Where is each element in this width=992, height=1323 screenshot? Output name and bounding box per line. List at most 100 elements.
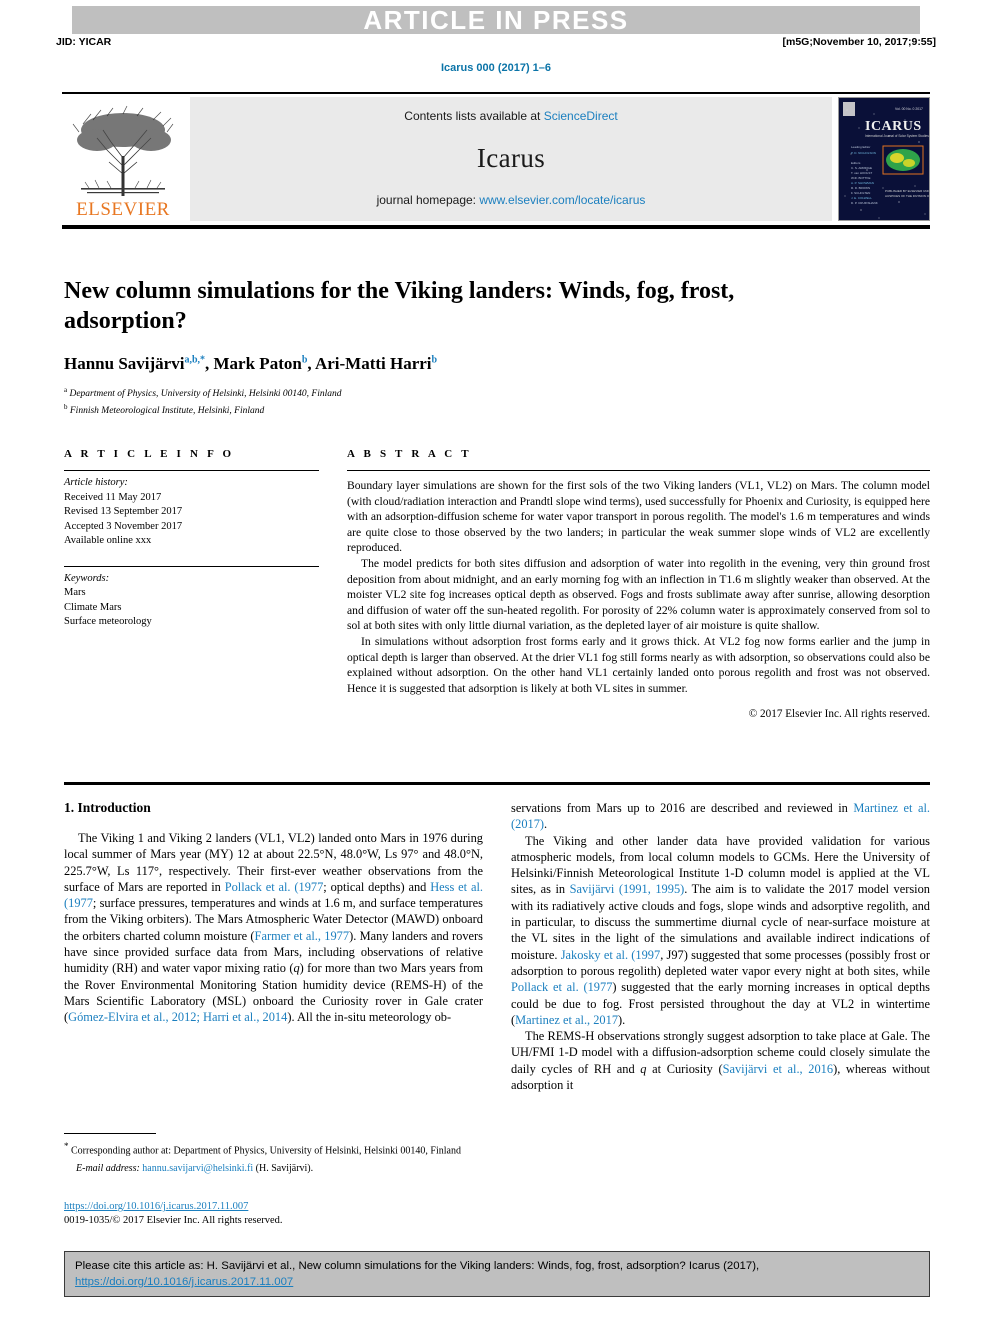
doi-copyright-block: https://doi.org/10.1016/j.icarus.2017.11… bbox=[64, 1200, 483, 1228]
affiliation-text: Department of Physics, University of Hel… bbox=[69, 389, 342, 400]
svg-text:W. F. BOTTKE: W. F. BOTTKE bbox=[851, 176, 871, 180]
jid-label: JID: YICAR bbox=[56, 36, 112, 48]
svg-text:R. D. BROWN: R. D. BROWN bbox=[851, 186, 870, 190]
text-run: ). bbox=[618, 1012, 626, 1027]
affiliation-mark: b bbox=[64, 403, 68, 412]
footnote-rule bbox=[64, 1133, 156, 1134]
corresponding-author-footnote: * Corresponding author at: Department of… bbox=[64, 1133, 483, 1175]
svg-text:International Journal of Solar: International Journal of Solar System St… bbox=[865, 134, 929, 138]
introduction-heading: 1. Introduction bbox=[64, 800, 151, 815]
affiliation-item: a Department of Physics, University of H… bbox=[64, 384, 764, 401]
affiliation-mark: a bbox=[64, 386, 68, 394]
doi-link[interactable]: https://doi.org/10.1016/j.icarus.2017.11… bbox=[64, 1201, 248, 1212]
abstract-paragraph: Boundary layer simulations are shown for… bbox=[347, 479, 930, 555]
issn-copyright-line: 0019-1035/© 2017 Elsevier Inc. All right… bbox=[64, 1215, 283, 1226]
svg-text:Editors: Editors bbox=[851, 161, 861, 165]
keyword-item: Surface meteorology bbox=[64, 616, 152, 627]
svg-text:Vol. 00 No. 0 2017: Vol. 00 No. 0 2017 bbox=[895, 107, 923, 111]
article-info-heading: A R T I C L E I N F O bbox=[64, 448, 235, 460]
citation-jakosky-1997[interactable]: Jakosky et al. (1997 bbox=[561, 948, 661, 962]
journal-title: Icarus bbox=[476, 142, 546, 173]
article-in-press-banner: ARTICLE IN PRESS bbox=[72, 6, 920, 34]
footnote-corresponding-text: * Corresponding author at: Department of… bbox=[64, 1140, 483, 1158]
svg-text:D. P. CRUIKSHANK: D. P. CRUIKSHANK bbox=[851, 201, 878, 205]
text-run: ). All the in-situ meteorology ob- bbox=[287, 1010, 452, 1025]
author-name: Mark Paton bbox=[213, 354, 302, 373]
citation-savijarvi-1991-1995[interactable]: Savijärvi (1991, 1995) bbox=[570, 882, 685, 896]
citation-pollack-1977[interactable]: Pollack et al. (1977 bbox=[225, 880, 324, 894]
abstract-paragraph: The model predicts for both sites diffus… bbox=[347, 556, 930, 633]
journal-reference-line: Icarus 000 (2017) 1–6 bbox=[440, 62, 552, 74]
text-run: (H. Savijärvi). bbox=[253, 1162, 314, 1174]
please-cite-box: Please cite this article as: H. Savijärv… bbox=[64, 1251, 930, 1297]
please-cite-doi-link[interactable]: https://doi.org/10.1016/j.icarus.2017.11… bbox=[75, 1276, 293, 1288]
text-run: Corresponding author at: Department of P… bbox=[68, 1145, 461, 1157]
journal-masthead: ELSEVIER Contents lists available at Sci… bbox=[62, 92, 930, 229]
article-info-column: A R T I C L E I N F O Article history: R… bbox=[64, 448, 319, 720]
build-stamp-label: [m5G;November 10, 2017;9:55] bbox=[782, 36, 937, 48]
history-item: Revised 13 September 2017 bbox=[64, 506, 183, 517]
keyword-item: Climate Mars bbox=[64, 601, 122, 613]
citation-savijarvi-2016[interactable]: Savijärvi et al., 2016 bbox=[723, 1062, 833, 1076]
author-affil-marks: b bbox=[301, 354, 308, 366]
body-column-right: servations from Mars up to 2016 are desc… bbox=[511, 800, 930, 1093]
author-affil-marks: b bbox=[431, 354, 438, 366]
keywords-group: Keywords: Mars Climate Mars Surface mete… bbox=[64, 567, 319, 637]
affiliation-list: a Department of Physics, University of H… bbox=[64, 384, 764, 418]
keyword-item: Mars bbox=[64, 587, 86, 598]
body-columns: 1. Introduction The Viking 1 and Viking … bbox=[64, 800, 930, 1093]
homepage-prefix: journal homepage: bbox=[376, 193, 480, 207]
text-run: at Curiosity ( bbox=[646, 1061, 723, 1076]
svg-text:J. E. COLWELL: J. E. COLWELL bbox=[851, 196, 872, 200]
icarus-cover-thumbnail: Vol. 00 No. 0 2017 ICARUS International … bbox=[838, 97, 930, 221]
article-history-label: Article history: bbox=[64, 477, 128, 488]
masthead-bottom-rule bbox=[62, 225, 930, 229]
abstract-copyright: © 2017 Elsevier Inc. All rights reserved… bbox=[748, 708, 930, 721]
intro-paragraph-right-3: The REMS-H observations strongly suggest… bbox=[511, 1028, 930, 1093]
svg-text:AUSPICES OF THE DIVISION OF PL: AUSPICES OF THE DIVISION OF PLANETARY bbox=[885, 194, 930, 198]
abstract-body: Boundary layer simulations are shown for… bbox=[347, 471, 930, 696]
svg-text:Leading Editor: Leading Editor bbox=[851, 145, 870, 149]
abstract-heading: A B S T R A C T bbox=[347, 448, 472, 460]
email-address-label: E-mail address: bbox=[76, 1162, 140, 1174]
journal-homepage-link[interactable]: www.elsevier.com/locate/icarus bbox=[479, 193, 645, 207]
intro-paragraph-right-1: servations from Mars up to 2016 are desc… bbox=[511, 800, 930, 833]
article-in-press-label: ARTICLE IN PRESS bbox=[363, 5, 629, 35]
icarus-cover-image: Vol. 00 No. 0 2017 ICARUS International … bbox=[839, 98, 930, 220]
intro-paragraph-right-2: The Viking and other lander data have pr… bbox=[511, 833, 930, 1029]
section-divider-rule bbox=[64, 782, 930, 785]
author-affil-marks: a,b,* bbox=[184, 354, 206, 366]
citation-pollack-1977-b[interactable]: Pollack et al. (1977 bbox=[511, 980, 612, 994]
citation-martinez-2017-b[interactable]: Martinez et al., 2017 bbox=[515, 1013, 618, 1027]
jid-row: JID: YICAR [m5G;November 10, 2017;9:55] bbox=[56, 36, 936, 48]
contents-available-line: Contents lists available at ScienceDirec… bbox=[190, 109, 832, 123]
article-title-block: New column simulations for the Viking la… bbox=[64, 276, 764, 418]
author-name: Hannu Savijärvi bbox=[64, 354, 185, 373]
footnote-email-line: E-mail address: hannu.savijarvi@helsinki… bbox=[64, 1162, 483, 1175]
svg-text:A. P. SHOWMAN: A. P. SHOWMAN bbox=[851, 181, 874, 185]
svg-text:F. SCHOLTEN: F. SCHOLTEN bbox=[851, 191, 870, 195]
text-run: ; optical depths) and bbox=[323, 879, 431, 894]
author-list: Hannu Savijärvia,b,*, Mark Patonb, Ari-M… bbox=[64, 354, 438, 373]
svg-text:C. S. ARRIDGE: C. S. ARRIDGE bbox=[851, 166, 872, 170]
history-item: Available online xxx bbox=[64, 535, 152, 546]
text-run: . bbox=[544, 817, 548, 832]
contents-prefix: Contents lists available at bbox=[404, 109, 544, 123]
citation-gomez-elvira-harri[interactable]: Gómez-Elvira et al., 2012; Harri et al.,… bbox=[68, 1010, 287, 1024]
author-email-link[interactable]: hannu.savijarvi@helsinki.fi bbox=[142, 1163, 253, 1174]
history-item: Received 11 May 2017 bbox=[64, 491, 162, 503]
masthead-top-rule bbox=[62, 92, 930, 94]
elsevier-tree-icon bbox=[72, 105, 174, 196]
sciencedirect-link[interactable]: ScienceDirect bbox=[544, 109, 618, 123]
elsevier-wordmark: ELSEVIER bbox=[76, 199, 170, 220]
abstract-paragraph: In simulations without adsorption frost … bbox=[347, 634, 930, 695]
masthead-center-panel: Contents lists available at ScienceDirec… bbox=[190, 97, 832, 221]
elsevier-logo: ELSEVIER bbox=[62, 97, 184, 221]
svg-text:T. van HOOLST: T. van HOOLST bbox=[851, 171, 872, 175]
body-column-left: 1. Introduction The Viking 1 and Viking … bbox=[64, 800, 483, 1093]
page-title: New column simulations for the Viking la… bbox=[64, 278, 735, 334]
please-cite-text: Please cite this article as: H. Savijärv… bbox=[75, 1260, 760, 1272]
history-item: Accepted 3 November 2017 bbox=[64, 520, 183, 532]
svg-text:P. D. NICHOLSON: P. D. NICHOLSON bbox=[851, 151, 876, 155]
citation-farmer-1977[interactable]: Farmer et al., 1977 bbox=[255, 929, 350, 943]
